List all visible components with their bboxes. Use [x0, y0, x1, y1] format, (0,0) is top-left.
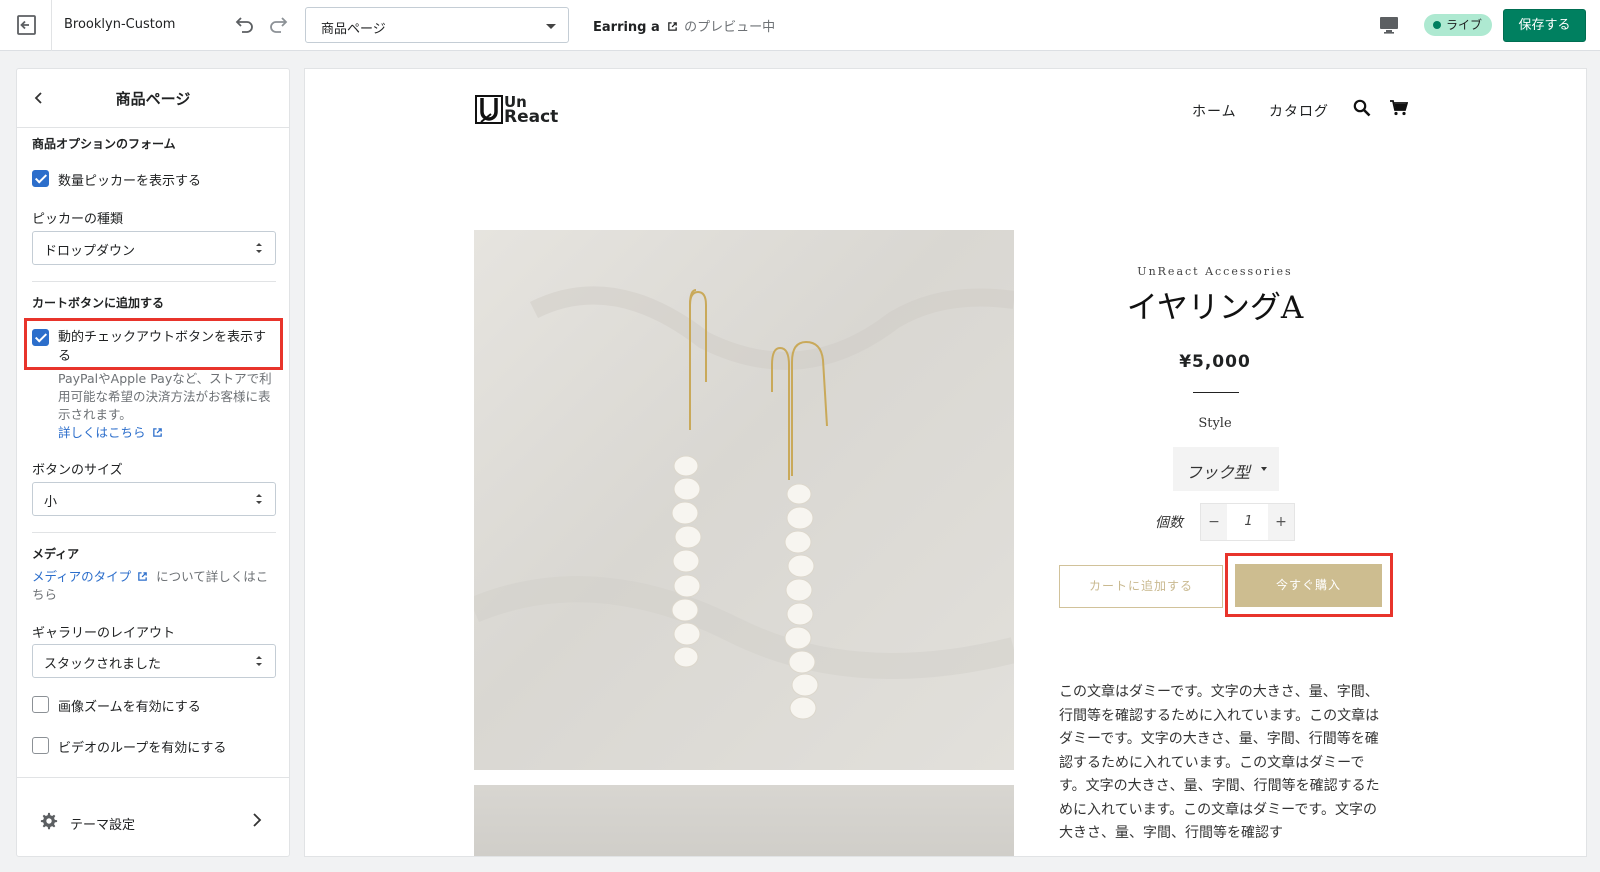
picker-type-value: ドロップダウン	[44, 244, 136, 259]
quantity-increase-button[interactable]: +	[1268, 504, 1294, 540]
media-type-help: メディアのタイプ について詳しくはこちら	[32, 568, 272, 604]
option-select[interactable]: フック型	[1173, 447, 1279, 491]
external-link-icon	[138, 572, 147, 581]
section-product-options-title: 商品オプションのフォーム	[32, 137, 176, 151]
preview-status: Earring a のプレビュー中	[593, 16, 775, 35]
monitor-icon[interactable]	[1378, 14, 1400, 36]
dynamic-checkout-label[interactable]: 動的チェックアウトボタンを表示す る	[58, 328, 266, 366]
updown-arrows-icon	[256, 656, 262, 666]
section-divider	[32, 281, 276, 282]
gallery-layout-value: スタックされました	[44, 657, 162, 672]
product-image-secondary[interactable]	[474, 785, 1014, 856]
enable-video-loop-checkbox[interactable]	[32, 737, 49, 754]
picker-type-select[interactable]: ドロップダウン	[32, 231, 276, 265]
gallery-layout-label: ギャラリーのレイアウト	[32, 626, 176, 641]
external-link-icon	[152, 428, 162, 437]
storefront-preview: Un React ホーム カタログ UnReact Accessories イヤ…	[304, 68, 1587, 857]
section-media-title: メディア	[32, 547, 80, 561]
page-template-value: 商品ページ	[321, 22, 386, 37]
sidebar-title: 商品ページ	[115, 90, 191, 108]
nav-link-home[interactable]: ホーム	[1192, 101, 1237, 121]
nav-link-catalog[interactable]: カタログ	[1269, 101, 1329, 121]
dynamic-checkout-help-text: PayPalやApple Payなど、ストアで利用可能な希望の決済方法がお客様に…	[58, 371, 272, 422]
show-qty-picker-label[interactable]: 数量ピッカーを表示する	[58, 170, 201, 189]
chevron-right-icon	[253, 813, 262, 827]
theme-settings-label: テーマ設定	[70, 818, 136, 833]
updown-arrows-icon	[256, 243, 262, 253]
dynamic-checkout-label-line1: 動的チェックアウトボタンを表示す	[58, 330, 267, 345]
settings-sidebar: 商品ページ 商品オプションのフォーム 数量ピッカーを表示する ピッカーの種類 ド…	[16, 68, 290, 857]
section-divider	[32, 532, 276, 533]
undo-icon[interactable]	[232, 13, 256, 37]
earring-photo-icon	[469, 286, 1018, 720]
status-dot-icon	[1433, 21, 1441, 29]
updown-arrows-icon	[256, 494, 262, 504]
product-title: イヤリングA	[1126, 290, 1304, 326]
dynamic-checkout-help: PayPalやApple Payなど、ストアで利用可能な希望の決済方法がお客様に…	[58, 370, 278, 442]
preview-suffix: のプレビュー中	[684, 20, 776, 35]
price-divider	[1193, 392, 1239, 393]
theme-name: Brooklyn-Custom	[64, 17, 176, 32]
save-button[interactable]: 保存する	[1503, 9, 1586, 42]
button-size-label: ボタンのサイズ	[32, 463, 123, 478]
external-link-icon[interactable]	[667, 21, 678, 32]
store-logo[interactable]: Un React	[475, 93, 559, 127]
media-type-link[interactable]: メディアのタイプ	[32, 569, 156, 584]
page-template-select[interactable]: 商品ページ	[305, 7, 569, 43]
show-qty-picker-checkbox[interactable]	[32, 170, 49, 187]
button-size-value: 小	[44, 495, 58, 510]
product-image-main[interactable]	[469, 230, 1018, 770]
button-size-select[interactable]: 小	[32, 482, 276, 516]
section-cart-button-title: カートボタンに追加する	[32, 296, 165, 310]
quantity-stepper: − 1 +	[1200, 503, 1295, 541]
exit-icon[interactable]	[14, 13, 40, 37]
media-type-link-text: メディアのタイプ	[32, 569, 132, 584]
dynamic-checkout-label-line2: る	[58, 349, 72, 364]
dynamic-checkout-checkbox[interactable]	[32, 329, 49, 346]
live-badge-label: ライブ	[1446, 18, 1483, 32]
enable-video-loop-label[interactable]: ビデオのループを有効にする	[58, 737, 226, 756]
buy-now-button[interactable]: 今すぐ購入	[1235, 564, 1382, 607]
enable-zoom-label[interactable]: 画像ズームを有効にする	[58, 696, 201, 715]
redo-icon[interactable]	[267, 13, 291, 37]
live-badge: ライブ	[1424, 14, 1493, 36]
chevron-down-icon	[1261, 467, 1267, 471]
cart-icon[interactable]	[1390, 100, 1408, 116]
gear-icon	[40, 812, 58, 830]
quantity-input[interactable]: 1	[1227, 504, 1270, 540]
enable-zoom-checkbox[interactable]	[32, 696, 49, 713]
gallery-layout-select[interactable]: スタックされました	[32, 644, 276, 678]
theme-settings-row[interactable]: テーマ設定	[17, 777, 289, 856]
editor-topbar: Brooklyn-Custom 商品ページ Earring a のプレビュー中 …	[0, 0, 1600, 51]
option-value: フック型	[1186, 463, 1251, 482]
option-label: Style	[1198, 416, 1232, 431]
search-icon[interactable]	[1353, 99, 1371, 117]
learn-more-link[interactable]: 詳しくはこちら	[58, 425, 163, 440]
topbar-divider	[51, 0, 52, 51]
preview-product-name[interactable]: Earring a	[593, 20, 660, 35]
chevron-down-icon	[546, 24, 556, 29]
product-price: ¥5,000	[1179, 352, 1251, 372]
add-to-cart-button[interactable]: カートに追加する	[1059, 565, 1223, 608]
learn-more-link-text: 詳しくはこちら	[58, 425, 146, 440]
quantity-label: 個数	[1155, 515, 1183, 531]
product-vendor: UnReact Accessories	[1137, 265, 1293, 278]
product-description: この文章はダミーです。文字の大きさ、量、字間、行間等を確認するために入れています…	[1059, 684, 1380, 841]
picker-type-label: ピッカーの種類	[32, 212, 124, 227]
logo-text-react: React	[504, 107, 559, 127]
sidebar-header: 商品ページ	[17, 69, 289, 128]
quantity-decrease-button[interactable]: −	[1201, 504, 1227, 540]
